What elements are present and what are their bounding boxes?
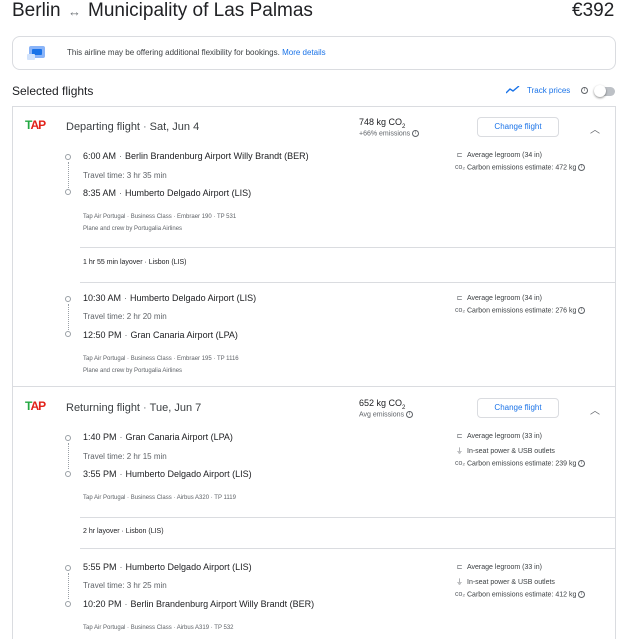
co2-icon: co₂ [455,307,466,315]
tap-air-portugal-logo: TAP [25,118,46,132]
carbon-amenity: co₂ Carbon emissions estimate: 276 kg i [455,307,586,315]
flight-details: Tap Air Portugal · Business Class · Airb… [83,495,236,501]
ticket-icon [27,46,45,60]
carbon-amenity: co₂ Carbon emissions estimate: 239 kg i [455,460,586,468]
departure-row: 5:55 PM · Humberto Delgado Airport (LIS) [83,562,252,572]
arrival-stop-icon [65,331,71,337]
trend-line-icon [506,86,520,94]
total-price: €392 [572,0,615,21]
change-departing-flight-button[interactable]: Change flight [477,117,559,137]
carbon-amenity: co₂ Carbon emissions estimate: 472 kg i [455,164,586,172]
toggle-knob[interactable] [594,85,606,97]
returning-emissions-note: Avg emissions i [359,411,414,418]
departing-flight-card [12,106,616,386]
plug-icon: ⏚ [456,579,463,586]
arrival-row: 3:55 PM · Humberto Delgado Airport (LIS) [83,469,252,479]
info-icon[interactable]: i [578,307,586,314]
legroom-amenity: ⊏ Average legroom (33 in) [456,433,542,440]
travel-time: Travel time: 2 hr 20 min [83,312,167,321]
track-prices-label[interactable]: Track prices [527,86,570,95]
info-icon[interactable]: i [406,411,414,418]
travel-time: Travel time: 3 hr 25 min [83,581,167,590]
flight-details: Tap Air Portugal · Business Class · Airb… [83,625,234,631]
departing-flight-title: Departing flight · Sat, Jun 4 [66,121,200,133]
tap-air-portugal-logo: TAP [25,399,46,413]
seat-icon: ⊏ [456,295,463,302]
co2-icon: co₂ [455,460,466,468]
notice-text: This airline may be offering additional … [67,48,280,57]
arrival-stop-icon [65,601,71,607]
info-icon[interactable]: i [581,87,588,94]
layover-info: 2 hr layover · Lisbon (LIS) [83,528,164,535]
info-icon[interactable]: i [578,164,586,171]
legroom-amenity: ⊏ Average legroom (34 in) [456,152,542,159]
travel-time: Travel time: 3 hr 35 min [83,171,167,180]
selected-flights-heading: Selected flights [12,84,94,98]
arrival-row: 10:20 PM · Berlin Brandenburg Airport Will… [83,599,315,609]
seat-icon: ⊏ [456,433,463,440]
destination-city: Municipality of Las Palmas [88,0,313,21]
flexibility-notice: This airline may be offering additional … [12,36,616,70]
plug-icon: ⏚ [456,448,463,455]
carbon-amenity: co₂ Carbon emissions estimate: 412 kg i [455,591,586,599]
power-amenity: ⏚ In-seat power & USB outlets [456,448,555,455]
returning-co2: 652 kg CO2 [359,398,406,411]
more-details-link[interactable]: More details [282,48,326,57]
co2-icon: co₂ [455,591,466,599]
departure-stop-icon [65,435,71,441]
travel-time: Travel time: 2 hr 15 min [83,452,167,461]
arrival-row: 12:50 PM · Gran Canaria Airport (LPA) [83,330,238,340]
departure-row: 6:00 AM · Berlin Brandenburg Airport Willy… [83,151,309,161]
info-icon[interactable]: i [578,591,586,598]
collapse-chevron-icon[interactable]: ︿ [590,402,600,417]
departing-co2: 748 kg CO2 [359,117,406,130]
arrival-stop-icon [65,189,71,195]
departure-stop-icon [65,565,71,571]
co2-icon: co₂ [455,164,466,172]
info-icon[interactable]: i [578,460,586,467]
flight-details: Tap Air Portugal · Business Class · Embr… [83,214,237,220]
departing-date: Sat, Jun 4 [149,121,200,133]
layover-info: 1 hr 55 min layover · Lisbon (LIS) [83,259,187,266]
collapse-chevron-icon[interactable]: ︿ [590,121,600,136]
power-amenity: ⏚ In-seat power & USB outlets [456,579,555,586]
arrival-row: 8:35 AM · Humberto Delgado Airport (LIS) [83,188,252,198]
swap-arrows-icon: ↔ [68,4,81,19]
operator-note: Plane and crew by Portugalia Airlines [83,226,183,232]
legroom-amenity: ⊏ Average legroom (33 in) [456,564,542,571]
operator-note: Plane and crew by Portugalia Airlines [83,368,183,374]
departure-stop-icon [65,296,71,302]
seat-icon: ⊏ [456,152,463,159]
change-returning-flight-button[interactable]: Change flight [477,398,559,418]
legroom-amenity: ⊏ Average legroom (34 in) [456,295,542,302]
departure-row: 10:30 AM · Humberto Delgado Airport (LIS) [83,293,257,303]
departure-stop-icon [65,154,71,160]
returning-date: Tue, Jun 7 [149,402,202,414]
seat-icon: ⊏ [456,564,463,571]
returning-flight-title: Returning flight · Tue, Jun 7 [66,402,202,414]
flight-details: Tap Air Portugal · Business Class · Embr… [83,356,239,362]
departure-row: 1:40 PM · Gran Canaria Airport (LPA) [83,432,233,442]
info-icon[interactable]: i [412,130,420,137]
departing-emissions-note: +66% emissions i [359,130,420,137]
arrival-stop-icon [65,471,71,477]
origin-city: Berlin [12,0,61,21]
